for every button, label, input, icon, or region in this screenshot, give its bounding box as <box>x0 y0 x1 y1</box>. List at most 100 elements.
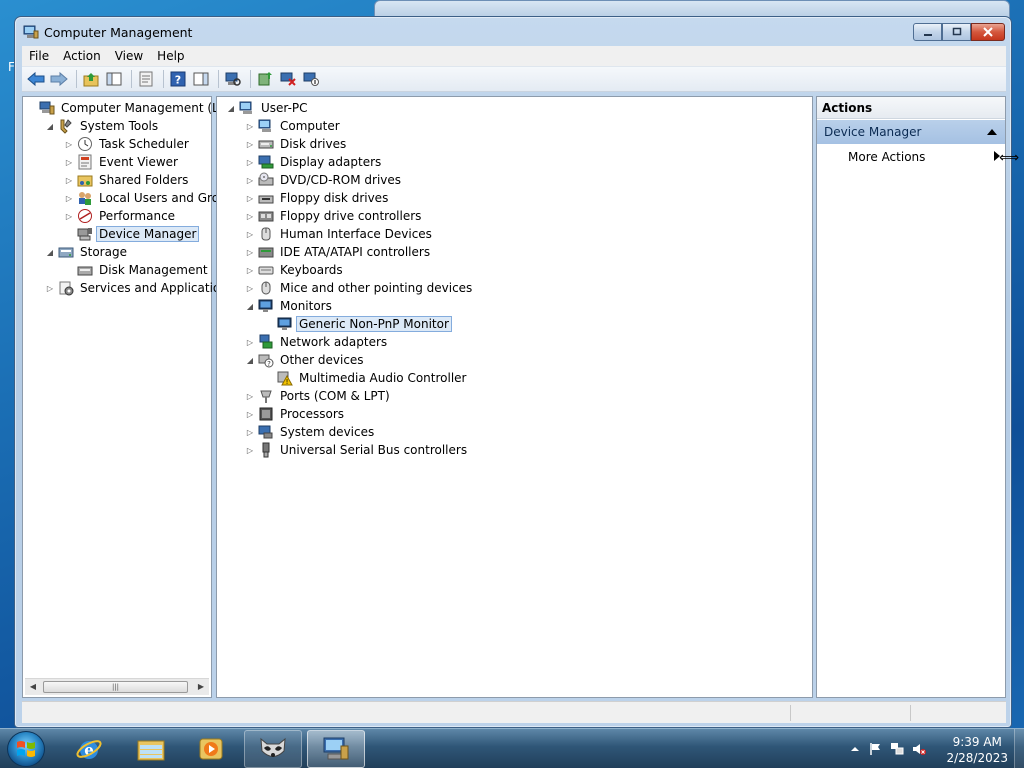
disable-device-button[interactable] <box>301 69 321 89</box>
minimize-button[interactable] <box>913 23 942 41</box>
menu-action[interactable]: Action <box>56 49 108 63</box>
expand-arrow-icon[interactable]: ▷ <box>244 264 256 276</box>
windows-logo-icon <box>17 741 35 757</box>
show-hidden-icons-icon[interactable] <box>848 742 862 756</box>
up-level-button[interactable] <box>81 69 101 89</box>
expand-arrow-icon[interactable]: ▷ <box>63 192 75 204</box>
clock[interactable]: 9:39 AM 2/28/2023 <box>946 734 1008 766</box>
device-tree-item[interactable]: ▷ Keyboards <box>244 261 346 279</box>
title-bar[interactable]: Computer Management <box>15 17 1011 47</box>
device-tree-item[interactable]: ▷ Computer <box>244 117 343 135</box>
console-tree-item[interactable]: ▷ Services and Applications <box>44 279 237 297</box>
device-tree-item-label: Mice and other pointing devices <box>280 281 473 295</box>
device-tree-item[interactable]: ▷ DVD/CD-ROM drives <box>244 171 404 189</box>
scan-hardware-changes-button[interactable] <box>223 69 243 89</box>
device-tree-item[interactable]: ▷ IDE ATA/ATAPI controllers <box>244 243 433 261</box>
taskbar-windows-explorer[interactable] <box>122 730 180 768</box>
device-tree-item[interactable]: ! Multimedia Audio Controller <box>263 369 469 387</box>
start-button[interactable] <box>7 731 45 767</box>
maximize-button[interactable] <box>942 23 971 41</box>
scroll-left-arrow-icon[interactable]: ◀ <box>27 681 39 693</box>
taskbar-computer-management[interactable] <box>307 730 365 768</box>
expand-arrow-icon[interactable]: ▷ <box>244 282 256 294</box>
console-tree-item[interactable]: Disk Management <box>63 261 211 279</box>
device-tree-item-label: Disk drives <box>280 137 347 151</box>
close-button[interactable] <box>971 23 1005 41</box>
menu-help[interactable]: Help <box>150 49 191 63</box>
horizontal-scrollbar[interactable]: ◀ ||| ▶ <box>25 678 209 695</box>
console-tree-pane[interactable]: Computer Management (Local ◢ System Tools ▷… <box>22 96 243 698</box>
device-tree-pane[interactable]: ◢ User-PC ▷ Computer ▷ Disk drives ▷ Display ad… <box>216 96 813 698</box>
expand-arrow-icon[interactable]: ▷ <box>63 138 75 150</box>
taskbar-raccoon-app[interactable] <box>244 730 302 768</box>
device-tree-item[interactable]: ▷ Ports (COM & LPT) <box>244 387 393 405</box>
menu-view[interactable]: View <box>108 49 150 63</box>
collapse-up-icon[interactable] <box>987 129 997 135</box>
collapse-arrow-icon[interactable]: ◢ <box>44 246 56 258</box>
back-button[interactable] <box>26 69 46 89</box>
console-tree-item[interactable]: Computer Management (Local <box>25 99 246 117</box>
uninstall-device-button[interactable] <box>278 69 298 89</box>
device-tree-item[interactable]: ▷ Human Interface Devices <box>244 225 435 243</box>
expand-arrow-icon[interactable]: ▷ <box>244 444 256 456</box>
collapse-arrow-icon[interactable]: ◢ <box>44 120 56 132</box>
forward-button[interactable] <box>49 69 69 89</box>
action-center-flag-icon[interactable] <box>868 742 882 756</box>
expand-arrow-icon[interactable]: ▷ <box>244 336 256 348</box>
device-tree-item[interactable]: ▷ System devices <box>244 423 377 441</box>
expand-arrow-icon[interactable]: ▷ <box>244 210 256 222</box>
show-desktop-button[interactable] <box>1014 729 1024 768</box>
collapse-arrow-icon[interactable]: ◢ <box>244 354 256 366</box>
scroll-right-arrow-icon[interactable]: ▶ <box>195 681 207 693</box>
device-tree-item[interactable]: ▷ Display adapters <box>244 153 384 171</box>
device-tree-item[interactable]: ▷ Disk drives <box>244 135 349 153</box>
device-tree-item[interactable]: ◢? Other devices <box>244 351 367 369</box>
device-tree-item[interactable]: ▷ Floppy drive controllers <box>244 207 424 225</box>
expand-arrow-icon[interactable]: ▷ <box>244 120 256 132</box>
collapse-arrow-icon[interactable]: ◢ <box>244 300 256 312</box>
expand-arrow-icon[interactable]: ▷ <box>244 156 256 168</box>
expand-arrow-icon[interactable]: ▷ <box>244 246 256 258</box>
properties-button[interactable] <box>136 69 156 89</box>
console-tree-item[interactable]: ▷ Shared Folders <box>63 171 191 189</box>
collapse-arrow-icon[interactable]: ◢ <box>225 102 237 114</box>
device-tree-item[interactable]: ▷ Network adapters <box>244 333 390 351</box>
expand-arrow-icon[interactable]: ▷ <box>244 390 256 402</box>
expand-arrow-icon[interactable]: ▷ <box>244 408 256 420</box>
show-hide-console-tree-button[interactable] <box>104 69 124 89</box>
taskbar-media-player[interactable] <box>182 730 240 768</box>
expand-arrow-icon[interactable]: ▷ <box>44 282 56 294</box>
console-tree-item[interactable]: ▷ Event Viewer <box>63 153 181 171</box>
device-tree-item[interactable]: ◢ Monitors <box>244 297 335 315</box>
scrollbar-thumb[interactable]: ||| <box>43 681 188 693</box>
taskbar-internet-explorer[interactable]: e <box>60 730 118 768</box>
help-button[interactable]: ? <box>168 69 188 89</box>
expand-arrow-icon[interactable]: ▷ <box>244 426 256 438</box>
clock-icon <box>77 136 93 152</box>
expand-arrow-icon[interactable]: ▷ <box>244 192 256 204</box>
show-hide-action-pane-button[interactable] <box>191 69 211 89</box>
device-tree-item[interactable]: ◢ User-PC <box>225 99 311 117</box>
console-tree-item[interactable]: ▷ Task Scheduler <box>63 135 192 153</box>
console-tree-item[interactable]: ◢ System Tools <box>44 117 161 135</box>
device-tree-item[interactable]: ▷ Universal Serial Bus controllers <box>244 441 470 459</box>
network-icon[interactable] <box>890 742 904 756</box>
expand-arrow-icon[interactable]: ▷ <box>244 138 256 150</box>
more-actions-item[interactable]: More Actions <box>848 150 925 164</box>
console-tree-item[interactable]: ◢ Storage <box>44 243 130 261</box>
device-tree-item[interactable]: ▷ Floppy disk drives <box>244 189 391 207</box>
expand-arrow-icon[interactable]: ▷ <box>63 156 75 168</box>
console-tree-item[interactable]: ▷ Performance <box>63 207 178 225</box>
expand-arrow-icon[interactable]: ▷ <box>63 174 75 186</box>
update-driver-button[interactable] <box>255 69 275 89</box>
device-tree-item[interactable]: Generic Non-PnP Monitor <box>263 315 452 333</box>
menu-file[interactable]: File <box>22 49 56 63</box>
device-tree-item[interactable]: ▷ Processors <box>244 405 347 423</box>
expand-arrow-icon[interactable]: ▷ <box>244 228 256 240</box>
volume-muted-icon[interactable] <box>912 742 926 756</box>
expand-arrow-icon[interactable]: ▷ <box>244 174 256 186</box>
console-tree-item[interactable]: Device Manager <box>63 225 200 243</box>
actions-section-device-manager[interactable]: Device Manager <box>817 120 1005 144</box>
expand-arrow-icon[interactable]: ▷ <box>63 210 75 222</box>
device-tree-item[interactable]: ▷ Mice and other pointing devices <box>244 279 475 297</box>
